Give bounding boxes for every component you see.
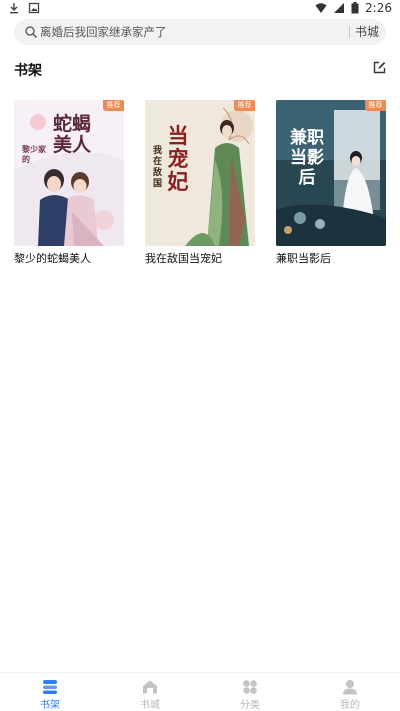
cover-title: 蛇蝎美人	[52, 113, 91, 156]
book-cover[interactable]: 兼职当影后 推荐	[276, 100, 386, 246]
search-input[interactable]: 离婚后我回家继承家产了	[40, 19, 340, 45]
nav-label: 我的	[340, 700, 360, 711]
status-bar: 2:26	[0, 0, 400, 18]
search-divider	[349, 26, 350, 38]
edit-icon[interactable]	[373, 61, 386, 74]
recommend-badge: 推荐	[365, 100, 386, 111]
book-item[interactable]: 当宠妃 我在敌国 推荐 我在敌国当宠妃	[145, 100, 255, 266]
book-title[interactable]: 兼职当影后	[276, 250, 386, 266]
book-title[interactable]: 我在敌国当宠妃	[145, 250, 255, 266]
cover-title: 当宠妃	[167, 123, 189, 194]
book-cover[interactable]: 当宠妃 我在敌国 推荐	[145, 100, 255, 246]
bookshelf-icon	[43, 680, 57, 694]
battery-icon	[351, 2, 359, 14]
book-cover[interactable]: 蛇蝎美人 黎少家的 推荐	[14, 100, 124, 246]
nav-label: 书架	[40, 700, 60, 711]
recommend-badge: 推荐	[103, 100, 124, 111]
cover-subtitle: 黎少家的	[22, 144, 46, 164]
nav-bookshelf[interactable]: 书架	[20, 673, 80, 711]
book-title[interactable]: 黎少的蛇蝎美人	[14, 250, 124, 266]
page-title: 书架	[14, 63, 42, 79]
nav-profile[interactable]: 我的	[320, 673, 380, 711]
recommend-badge: 推荐	[234, 100, 255, 111]
nav-label: 分类	[240, 700, 260, 711]
download-icon	[10, 3, 18, 14]
wifi-icon	[315, 3, 327, 13]
book-item[interactable]: 兼职当影后 推荐 兼职当影后	[276, 100, 386, 266]
book-item[interactable]: 蛇蝎美人 黎少家的 推荐 黎少的蛇蝎美人	[14, 100, 124, 266]
bottom-navigation: 书架 书城 分类 我的	[0, 672, 400, 711]
signal-icon	[334, 3, 345, 13]
nav-label: 书城	[140, 700, 160, 711]
search-bar[interactable]: 离婚后我回家继承家产了 书城	[14, 19, 386, 45]
profile-icon	[343, 680, 357, 695]
search-icon	[25, 26, 38, 39]
category-icon	[243, 680, 257, 694]
image-notification-icon	[28, 2, 40, 14]
bookstore-icon	[143, 680, 157, 694]
bookstore-link[interactable]: 书城	[355, 19, 379, 45]
status-time: 2:26	[365, 1, 392, 15]
nav-bookstore[interactable]: 书城	[120, 673, 180, 711]
cover-title: 兼职当影后	[290, 128, 324, 188]
cover-subtitle: 我在敌国	[153, 146, 163, 189]
nav-category[interactable]: 分类	[220, 673, 280, 711]
